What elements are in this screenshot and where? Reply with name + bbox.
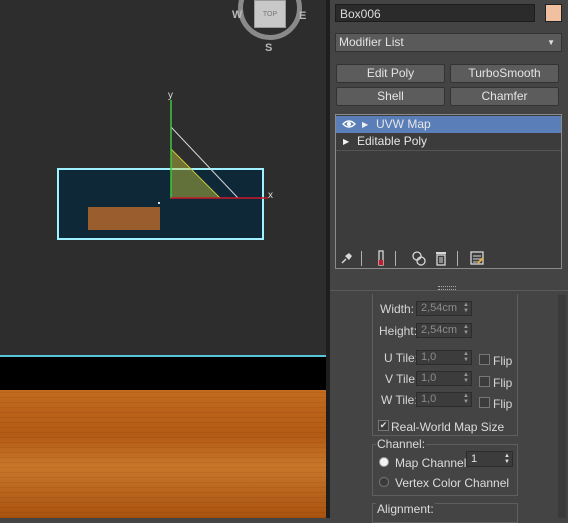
expand-triangle-icon[interactable]: ▶ (362, 116, 368, 133)
height-value: 2,54cm (421, 324, 458, 336)
spinner-arrows-icon[interactable]: ▲ ▼ (463, 393, 469, 405)
vertex-color-channel-radio[interactable] (379, 477, 389, 487)
spinner-arrows-icon[interactable]: ▲ ▼ (463, 302, 469, 314)
channel-group-label: Channel: (376, 437, 427, 451)
chamfer-button[interactable]: Chamfer (450, 87, 559, 106)
alignment-group-label: Alignment: (376, 502, 435, 516)
show-end-result-icon[interactable] (373, 250, 389, 266)
w-flip-checkbox[interactable] (479, 397, 490, 408)
command-panel: Box006 Modifier List ▼ Edit Poly TurboSm… (330, 0, 568, 523)
stack-item-editable-poly[interactable]: ▶ Editable Poly (336, 133, 561, 151)
pin-stack-icon[interactable] (339, 250, 355, 266)
v-flip-checkbox[interactable] (479, 376, 490, 387)
map-channel-label: Map Channel: (395, 456, 470, 470)
u-tile-spinner[interactable]: 1,0 ▲ ▼ (416, 350, 472, 365)
u-flip-label: Flip (493, 354, 513, 368)
real-world-map-size-label: Real-World Map Size (391, 420, 505, 434)
spinner-arrows-icon[interactable]: ▲ ▼ (504, 453, 510, 465)
turbosmooth-button[interactable]: TurboSmooth (450, 64, 559, 83)
viewport-divider-band (0, 357, 326, 390)
vertex-color-channel-label: Vertex Color Channel (395, 476, 510, 490)
height-label: Height: (379, 324, 418, 338)
stack-item-label: Editable Poly (357, 134, 428, 148)
u-tile-value: 1,0 (421, 351, 437, 363)
height-spinner[interactable]: 2,54cm ▲ ▼ (416, 323, 472, 338)
object-name-field[interactable]: Box006 (335, 4, 535, 22)
width-label: Width: (380, 302, 415, 316)
pivot-dot (158, 202, 160, 204)
viewport-top[interactable]: TOP W E S y x (0, 0, 326, 518)
w-flip-label: Flip (493, 397, 513, 411)
u-tile-label: U Tile: (384, 351, 419, 365)
panel-scrollbar[interactable] (558, 295, 566, 518)
gizmo-x-label: x (268, 190, 273, 201)
w-tile-value: 1,0 (421, 393, 437, 405)
spinner-arrows-icon[interactable]: ▲ ▼ (463, 372, 469, 384)
gizmo-y-label: y (168, 90, 173, 101)
toolbar-separator (457, 251, 458, 266)
shell-button[interactable]: Shell (336, 87, 445, 106)
v-tile-label: V Tile: (385, 372, 419, 386)
v-tile-spinner[interactable]: 1,0 ▲ ▼ (416, 371, 472, 386)
map-channel-radio[interactable] (379, 457, 389, 467)
stack-toolbar (335, 248, 562, 270)
w-tile-spinner[interactable]: 1,0 ▲ ▼ (416, 392, 472, 407)
stack-item-label: UVW Map (376, 117, 431, 131)
real-world-map-size-checkbox[interactable]: ✔ (378, 420, 389, 431)
map-channel-spinner[interactable]: 1 ▲ ▼ (466, 451, 513, 467)
wood-box-object[interactable] (88, 207, 160, 230)
width-spinner[interactable]: 2,54cm ▲ ▼ (416, 301, 472, 316)
eye-icon[interactable] (342, 119, 356, 129)
edit-poly-button[interactable]: Edit Poly (336, 64, 445, 83)
stack-item-uvw-map[interactable]: ▶ UVW Map (336, 116, 561, 133)
remove-modifier-icon[interactable] (433, 250, 449, 266)
spinner-arrows-icon[interactable]: ▲ ▼ (463, 324, 469, 336)
scene: y x (57, 90, 273, 240)
rollout-divider (330, 290, 568, 291)
toolbar-separator (395, 251, 396, 266)
chevron-down-icon: ▼ (547, 38, 555, 47)
expand-triangle-icon[interactable]: ▶ (343, 133, 349, 150)
configure-modifier-sets-icon[interactable] (469, 250, 485, 266)
wood-floor-object[interactable] (0, 390, 326, 518)
v-tile-value: 1,0 (421, 372, 437, 384)
modifier-stack[interactable]: ▶ UVW Map ▶ Editable Poly (335, 114, 562, 269)
modifier-list-dropdown[interactable]: Modifier List ▼ (335, 33, 562, 52)
make-unique-icon[interactable] (411, 250, 427, 266)
w-tile-label: W Tile: (381, 393, 418, 407)
u-flip-checkbox[interactable] (479, 354, 490, 365)
width-value: 2,54cm (421, 302, 458, 314)
modifier-list-label: Modifier List (339, 35, 404, 49)
map-channel-value: 1 (471, 453, 478, 465)
spinner-arrows-icon[interactable]: ▲ ▼ (463, 351, 469, 363)
v-flip-label: Flip (493, 376, 513, 390)
toolbar-separator (361, 251, 362, 266)
object-color-swatch[interactable] (545, 4, 562, 22)
